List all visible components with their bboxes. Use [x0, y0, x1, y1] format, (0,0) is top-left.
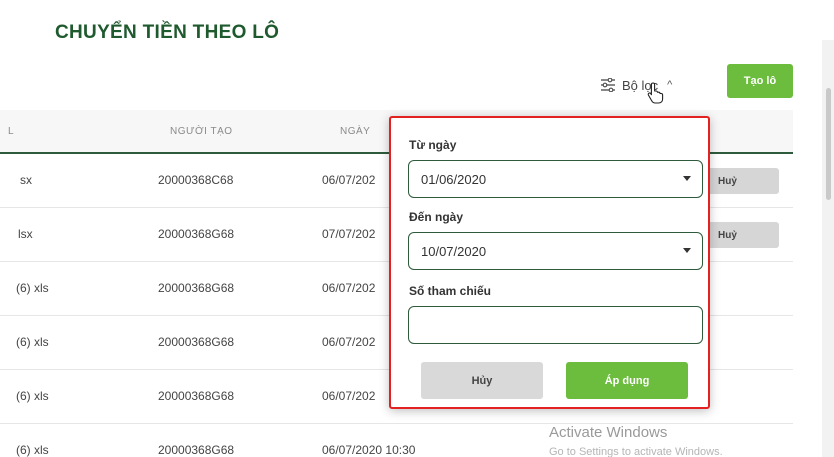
- file-cell: (6) xls: [16, 443, 49, 457]
- date-cell: 06/07/202: [322, 335, 376, 349]
- creator-cell: 20000368G68: [158, 443, 235, 457]
- date-cell: 06/07/2020 10:30: [322, 443, 416, 457]
- from-date-select[interactable]: 01/06/2020: [408, 160, 703, 198]
- to-date-label: Đến ngày: [409, 210, 464, 224]
- file-cell: (6) xls: [16, 281, 49, 295]
- header-date: NGÀY: [340, 126, 371, 137]
- dropdown-arrow-icon: [683, 176, 691, 181]
- to-date-select[interactable]: 10/07/2020: [408, 232, 703, 270]
- file-cell: (6) xls: [16, 335, 49, 349]
- file-cell: (6) xls: [16, 389, 49, 403]
- scrollbar-thumb[interactable]: [826, 88, 831, 200]
- file-cell: sx: [20, 173, 32, 187]
- activate-windows-subtext: Go to Settings to activate Windows.: [549, 446, 723, 457]
- filter-panel: Từ ngày 01/06/2020 Đến ngày 10/07/2020 S…: [389, 116, 710, 409]
- create-batch-button[interactable]: Tạo lô: [727, 64, 793, 98]
- creator-cell: 20000368C68: [158, 173, 234, 187]
- date-cell: 06/07/202: [322, 173, 376, 187]
- date-cell: 06/07/202: [322, 389, 376, 403]
- from-date-value: 01/06/2020: [421, 171, 487, 187]
- apply-button[interactable]: Áp dụng: [566, 362, 688, 399]
- to-date-value: 10/07/2020: [421, 243, 487, 259]
- sliders-icon: [600, 78, 616, 92]
- creator-cell: 20000368G68: [158, 389, 235, 403]
- from-date-label: Từ ngày: [409, 138, 457, 152]
- dropdown-arrow-icon: [683, 248, 691, 253]
- file-cell: lsx: [18, 227, 33, 241]
- header-file: L: [8, 126, 15, 137]
- date-cell: 06/07/202: [322, 281, 376, 295]
- activate-windows-watermark: Activate Windows: [549, 424, 668, 441]
- date-cell: 07/07/202: [322, 227, 376, 241]
- creator-cell: 20000368G68: [158, 281, 235, 295]
- cancel-row-button[interactable]: Huỷ: [706, 222, 779, 248]
- cancel-button[interactable]: Hủy: [421, 362, 543, 399]
- creator-cell: 20000368G68: [158, 335, 235, 349]
- header-creator: NGƯỜI TẠO: [170, 126, 233, 137]
- page-title: CHUYỂN TIỀN THEO LÔ: [55, 22, 280, 43]
- creator-cell: 20000368G68: [158, 227, 235, 241]
- hand-cursor-icon: [647, 82, 665, 109]
- reference-number-input[interactable]: [408, 306, 703, 344]
- reference-number-label: Số tham chiếu: [409, 284, 492, 298]
- chevron-up-icon: ^: [667, 79, 673, 91]
- cancel-row-button[interactable]: Huỷ: [706, 168, 779, 194]
